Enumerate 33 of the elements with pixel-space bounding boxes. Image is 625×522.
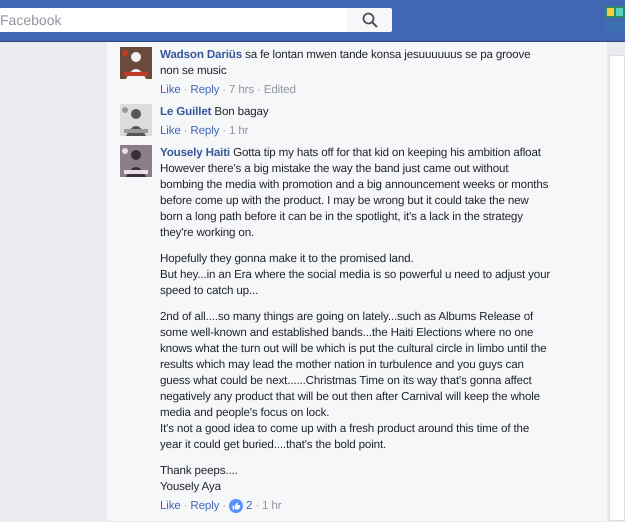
action-link[interactable]: Reply <box>190 123 220 139</box>
comment-text: Le Guillet Bon bagay <box>160 104 270 120</box>
separator: · <box>222 498 226 514</box>
comment-text: Wadson Dariüs sa fe lontan mwen tande konsa jesuuuuuus se pa groove non se music <box>160 47 532 79</box>
action-link[interactable]: Reply <box>190 498 220 514</box>
timestamp: 7 hrs <box>229 82 254 98</box>
author-link[interactable]: Wadson Dariüs <box>160 48 242 61</box>
timestamp: 1 hr <box>262 498 282 514</box>
comment-text: Hopefully they gonna make it to the promised land. But hey...in an Era where the social media is so powerful u need to adjust your speed to catch up... <box>160 251 552 299</box>
action-link[interactable]: Like <box>160 498 181 514</box>
comment-text: Thank peeps.... Yousely Aya <box>160 463 239 495</box>
timestamp: 1 hr <box>229 123 248 139</box>
action-link[interactable]: Reply <box>190 82 220 98</box>
search-button[interactable] <box>347 8 392 32</box>
separator: · <box>257 82 261 98</box>
separator: · <box>184 498 188 514</box>
separator: · <box>255 498 260 514</box>
edited-label: Edited <box>264 82 296 98</box>
separator: · <box>222 123 226 139</box>
separator: · <box>184 123 188 139</box>
search-icon <box>362 12 378 28</box>
comment-text: 2nd of all....so many things are going on lately...such as Albums Release of some well-known and established bands...the Haiti Elections where no one knows what the turn out will be which is put the cultural circle in limbo until the results which may lead the mother nation in turbulence and you guys can guess what could be next......Christmas Time on its way that's gonna affect negatively any product that will be out then after Carnival will keep the whole media and people's focus on lock. It's not a good idea to come up with a fresh product around this time of the year it could get buried....that's the bold point. <box>160 309 548 453</box>
like-count: 2 <box>246 498 252 514</box>
separator: · <box>222 82 226 98</box>
author-link[interactable]: Le Guillet <box>160 105 212 118</box>
action-link[interactable]: Like <box>160 82 181 98</box>
separator: · <box>184 82 188 98</box>
search-field[interactable]: Facebook <box>0 8 347 32</box>
comment-text: Yousely Haiti Gotta tip my hats off for that kid on keeping his ambition afloat However there's a big mistake the way the band just came out without bombing the media with promotion and a big announcement weeks or months before come up with the product. I may be wrong but it could take the new born a long path before it can be in the spotlight, it's a lack in the strategy they're working on. <box>160 145 550 241</box>
action-link[interactable]: Like <box>160 123 181 139</box>
author-link[interactable]: Yousely Haiti <box>160 146 230 159</box>
logo-icon[interactable] <box>605 4 625 34</box>
thumbs-up-icon <box>229 499 244 513</box>
